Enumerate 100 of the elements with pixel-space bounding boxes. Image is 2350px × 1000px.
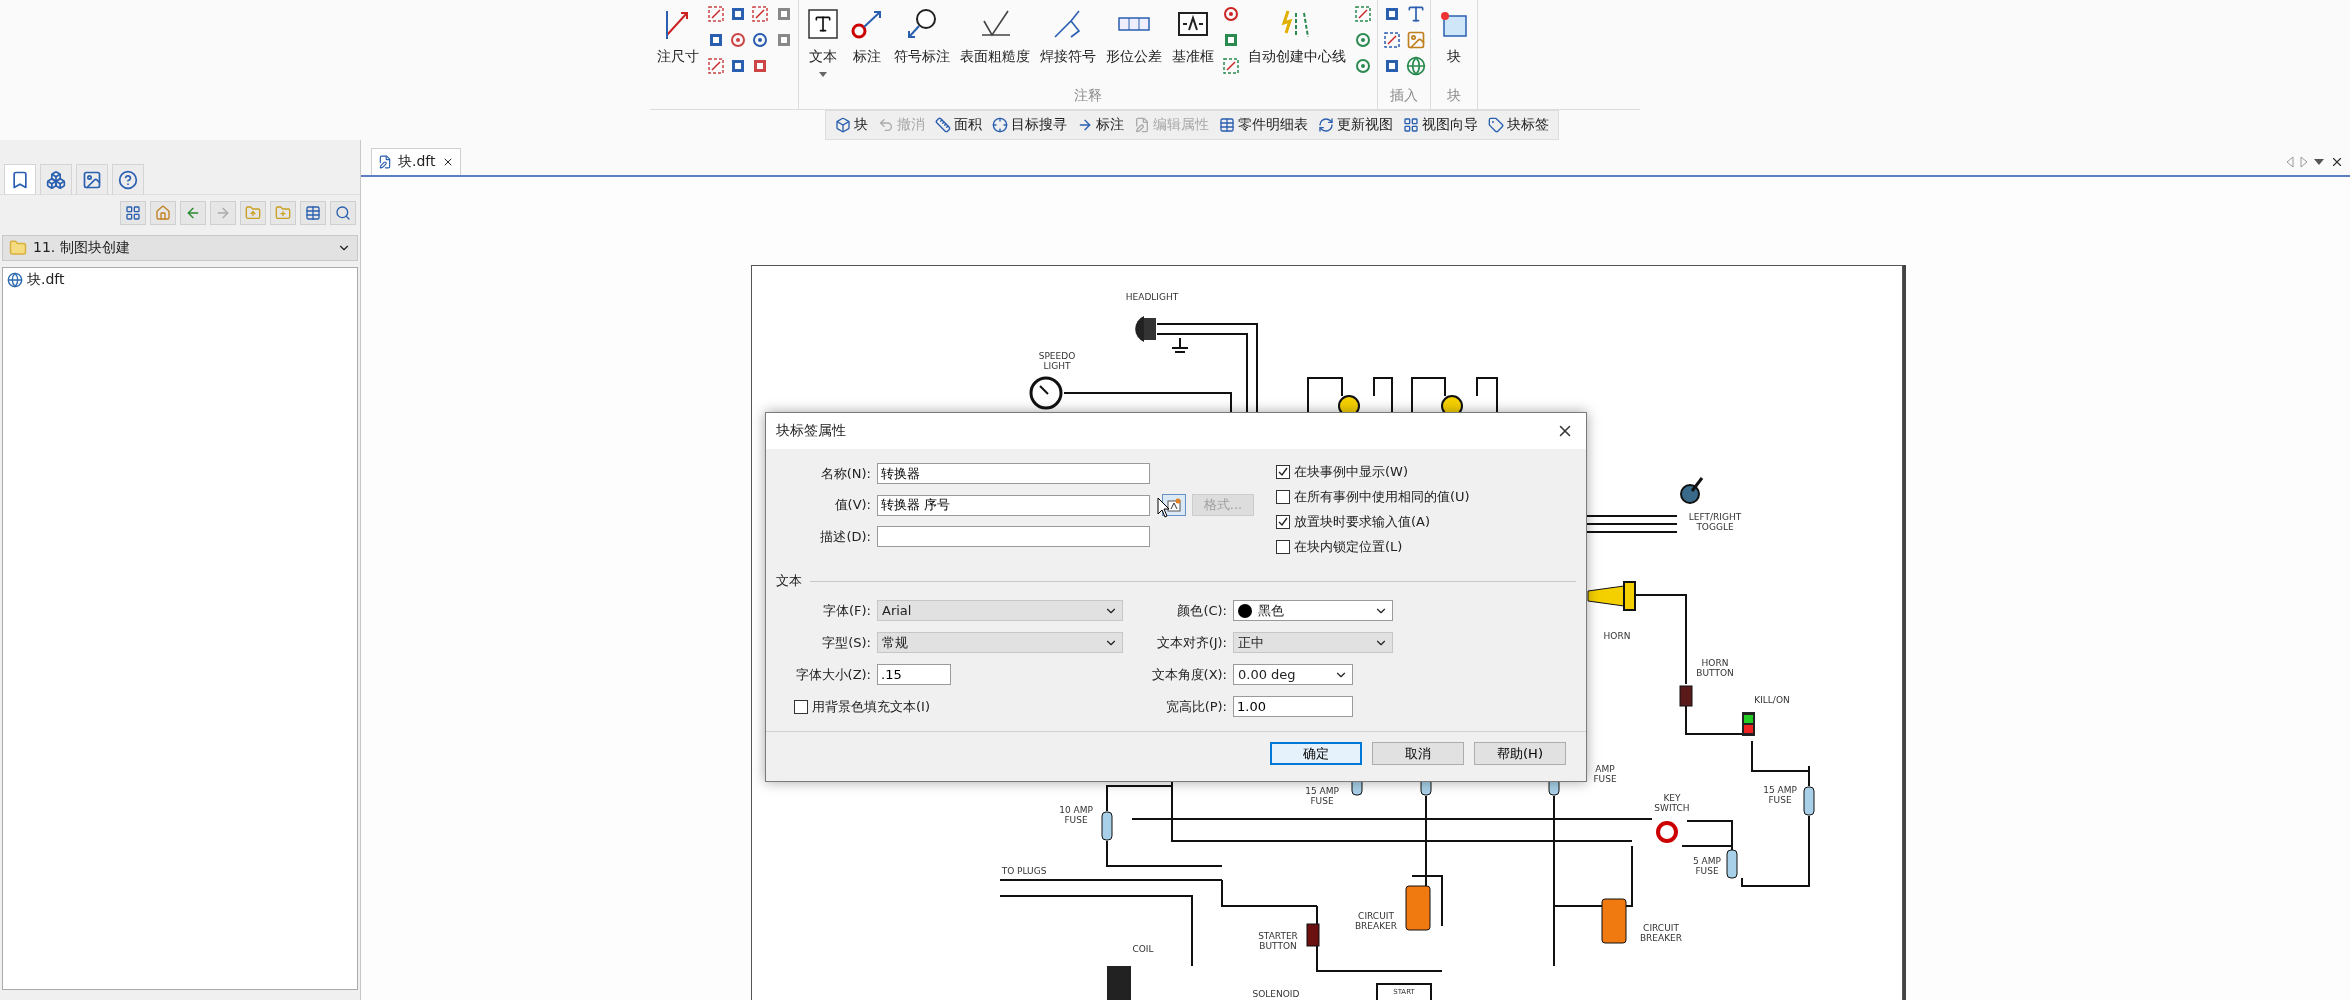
component-label: HORN BUTTON <box>1696 658 1734 678</box>
check-icon <box>1278 467 1288 477</box>
home-button[interactable] <box>150 201 176 225</box>
folder-icon <box>9 239 27 257</box>
table-icon <box>1219 117 1235 134</box>
toolbar-button[interactable]: 目标搜寻 <box>989 114 1070 137</box>
circuit-breaker-drawing <box>1405 885 1431 931</box>
help-icon <box>118 169 138 190</box>
folder-up-icon <box>245 205 261 221</box>
tool-icon[interactable] <box>1353 30 1373 50</box>
component-label: LEFT/RIGHT TOGGLE <box>1688 512 1742 532</box>
tool-icon[interactable] <box>706 4 726 24</box>
dialog-button[interactable]: 取消 <box>1372 742 1464 765</box>
toolbar-button[interactable]: 块标签 <box>1485 114 1552 137</box>
field-label: 描述(D): <box>819 527 871 546</box>
dropdown[interactable]: Arial <box>877 600 1123 621</box>
dimension-button[interactable]: 注尺寸 <box>654 4 702 68</box>
tool-icon[interactable] <box>1221 4 1241 24</box>
checkbox[interactable]: 放置块时要求输入值(A) <box>1276 513 1470 531</box>
panel-tab[interactable] <box>4 164 36 194</box>
checkbox[interactable]: 在块内锁定位置(L) <box>1276 538 1470 556</box>
ribbon-button[interactable]: 基准框 <box>1169 4 1217 68</box>
panel-tab[interactable] <box>40 164 72 194</box>
ribbon-button[interactable]: 形位公差 <box>1103 4 1165 68</box>
dropdown[interactable]: 常规 <box>877 632 1123 653</box>
switch-drawing <box>1742 712 1755 736</box>
check-icon <box>1278 517 1288 527</box>
toolbar-button[interactable]: 标注 <box>1074 114 1127 137</box>
horn-drawing <box>1587 581 1636 611</box>
text-icon[interactable] <box>1406 4 1426 24</box>
ribbon-button[interactable]: 自动创建中心线 <box>1245 4 1349 68</box>
search-icon <box>335 205 351 221</box>
home-icon <box>155 205 171 221</box>
ribbon-button[interactable]: 焊接符号 <box>1037 4 1099 68</box>
view-button[interactable] <box>120 201 146 225</box>
dropdown[interactable]: 黑色 <box>1233 600 1393 621</box>
ruler-icon <box>935 117 951 134</box>
text-field[interactable]: .15 <box>877 664 951 685</box>
toggle-switch-drawing <box>1680 477 1704 504</box>
dialog-button[interactable]: 确定 <box>1270 742 1362 765</box>
mouse-cursor-icon <box>1157 497 1171 519</box>
globe-icon[interactable] <box>1406 56 1426 76</box>
checkbox[interactable]: 用背景色填充文本(I) <box>794 698 1123 716</box>
tool-icon[interactable] <box>1353 56 1373 76</box>
toolbar-button[interactable]: 视图向导 <box>1400 114 1481 137</box>
key-switch-drawing <box>1656 821 1678 843</box>
component-label: HEADLIGHT <box>1125 292 1179 302</box>
forward-icon <box>215 205 231 221</box>
toolbar-button[interactable]: 更新视图 <box>1315 114 1396 137</box>
toolbar-button[interactable]: 零件明细表 <box>1216 114 1311 137</box>
panel-tab[interactable] <box>112 164 144 194</box>
dialog-button[interactable]: 帮助(H) <box>1474 742 1566 765</box>
ribbon-button[interactable]: 符号标注 <box>891 4 953 68</box>
scroll-left-icon[interactable] <box>2286 156 2294 168</box>
close-icon[interactable] <box>2330 155 2344 169</box>
text-field[interactable]: 1.00 <box>1233 696 1353 717</box>
ribbon-button[interactable]: 标注 <box>847 4 887 68</box>
toolbar-button[interactable]: 面积 <box>932 114 985 137</box>
view-menu-button[interactable] <box>300 201 326 225</box>
toolbar-button[interactable]: 块 <box>832 114 871 137</box>
crosshair-icon <box>992 117 1008 134</box>
balloon-icon <box>905 7 939 41</box>
component-label: 15 AMP FUSE <box>1763 785 1797 805</box>
boxes-icon <box>46 169 66 190</box>
folder-dropdown[interactable]: 11. 制图块创建 <box>2 235 358 261</box>
search-button[interactable] <box>330 201 356 225</box>
document-tab[interactable]: 块.dft <box>371 148 461 175</box>
checkbox[interactable]: 在所有事例中使用相同的值(U) <box>1276 488 1470 506</box>
file-item[interactable]: 块.dft <box>7 270 353 290</box>
back-icon <box>185 205 201 221</box>
tool-icon[interactable] <box>750 30 770 50</box>
dropdown[interactable]: 0.00 deg <box>1233 664 1353 685</box>
block-button[interactable]: 块 <box>1435 4 1473 68</box>
text-field[interactable] <box>877 526 1150 547</box>
scroll-right-icon[interactable] <box>2300 156 2308 168</box>
field-label: 文本对齐(J): <box>1155 633 1227 652</box>
ribbon-button[interactable]: 文本 <box>803 4 843 79</box>
ribbon-button[interactable]: 表面粗糙度 <box>957 4 1033 68</box>
text-field[interactable]: 转换器 <box>877 463 1150 484</box>
picture-icon[interactable] <box>1406 30 1426 50</box>
dropdown[interactable]: 正中 <box>1233 632 1393 653</box>
property-icon <box>1166 497 1182 513</box>
tool-icon[interactable] <box>728 30 748 50</box>
back-button[interactable] <box>180 201 206 225</box>
field-label: 字型(S): <box>821 633 871 652</box>
component-label: SOLENOID <box>1252 989 1300 999</box>
checkbox[interactable]: 在块事例中显示(W) <box>1276 463 1470 481</box>
group-label: 块 <box>1446 86 1462 104</box>
component-label: 10 AMP FUSE <box>1059 805 1093 825</box>
panel-tab[interactable] <box>76 164 108 194</box>
tool-icon[interactable] <box>1382 30 1402 50</box>
tool-icon[interactable] <box>706 56 726 76</box>
tool-icon[interactable] <box>1353 4 1373 24</box>
dropdown-icon[interactable] <box>2314 159 2324 165</box>
component-label: KEY SWITCH <box>1654 793 1690 813</box>
text-field[interactable]: 转换器 序号 <box>877 494 1150 516</box>
field-label: 字体(F): <box>822 601 871 620</box>
tool-icon[interactable] <box>1221 56 1241 76</box>
tool-icon[interactable] <box>750 4 770 24</box>
fuse-drawing <box>1726 849 1738 879</box>
